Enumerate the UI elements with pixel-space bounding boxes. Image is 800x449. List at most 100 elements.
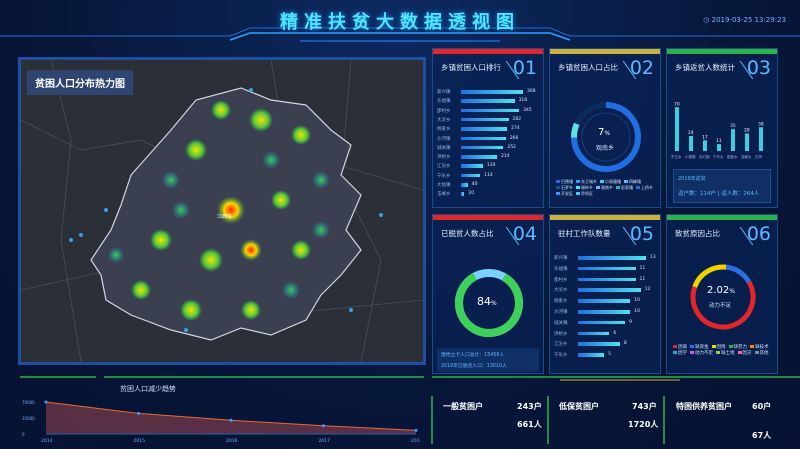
bar-label: 新兴镇 <box>554 256 568 261</box>
legend-swatch <box>624 180 628 183</box>
legend-item[interactable]: 观南乡 <box>596 185 613 191</box>
bar-label: 城关镇 <box>554 320 568 326</box>
exit-summary-box: 建档立卡人口总计：15456人 2019年已脱贫人口：13010人 <box>437 348 539 372</box>
legend-swatch <box>596 186 600 189</box>
card-header-bar <box>433 215 543 220</box>
legend-item[interactable]: 乔桥区 <box>576 191 593 197</box>
trend-chart[interactable]: 2014 2015 2016 2017 2018 70000 35000 0 <box>20 396 420 446</box>
trend-y-tick: 70000 <box>22 400 35 405</box>
bar-label: 大浒乡 <box>437 117 451 123</box>
legend-swatch <box>711 345 716 348</box>
returnee-bar[interactable] <box>759 127 763 151</box>
bar[interactable] <box>578 277 636 282</box>
trend-x-tick: 2018 <box>411 438 420 444</box>
bar[interactable] <box>578 299 631 303</box>
bar[interactable] <box>578 331 610 336</box>
bar[interactable] <box>461 183 468 187</box>
bar-label: 江汾乡 <box>554 342 568 348</box>
returnee-bar[interactable] <box>689 136 693 151</box>
bar[interactable] <box>461 145 504 150</box>
bar[interactable] <box>578 256 646 260</box>
stat-general-people: 661人 <box>517 420 542 429</box>
legend-swatch <box>576 186 580 189</box>
bar-label: 大佑镇 <box>437 183 451 188</box>
bar-label: 沙河镇 <box>554 310 568 315</box>
stat-lowincome-people: 1720人 <box>628 420 659 429</box>
bar[interactable] <box>461 192 465 196</box>
card-title: 乡镇贫困人口排行 <box>441 63 501 72</box>
heatmap-panel[interactable]: 贫困人口分布热力图 江西省 <box>18 57 426 365</box>
bar[interactable] <box>578 266 636 271</box>
heatmap-svg[interactable] <box>21 60 423 362</box>
causes-donut[interactable] <box>667 253 779 343</box>
returnee-value: 70 <box>674 101 680 107</box>
bar[interactable] <box>461 90 523 94</box>
bar[interactable] <box>578 353 605 357</box>
bar-value: 10 <box>634 298 641 304</box>
legend-label: 观南乡 <box>601 185 613 190</box>
legend-label: 彭家镇 <box>621 185 633 190</box>
returnee-bar[interactable] <box>731 129 735 151</box>
legend-label: 缺技术 <box>755 345 769 350</box>
trend-point[interactable] <box>137 411 140 415</box>
returnee-bar[interactable] <box>675 107 679 151</box>
returnee-bar[interactable] <box>717 144 721 151</box>
bar-value: 10 <box>634 309 641 314</box>
trend-point[interactable] <box>44 400 48 404</box>
returnee-summary-box: 2019年返贫 返户数：114户 | 返人数：264人 <box>673 169 771 203</box>
legend-item[interactable]: 其他 <box>754 351 769 357</box>
card-header-bar <box>667 49 777 54</box>
legend-label: 因残 <box>716 345 726 350</box>
returnee-label: 尧峰乡 <box>741 154 752 159</box>
legend-item[interactable]: 因学 <box>673 351 687 357</box>
bar[interactable] <box>578 320 626 325</box>
legend-swatch <box>556 192 560 195</box>
bar[interactable] <box>578 288 641 292</box>
legend-swatch <box>673 345 677 348</box>
bar[interactable] <box>461 155 498 159</box>
legend-item[interactable]: 上桥乡 <box>636 185 653 191</box>
legend-swatch <box>690 345 694 348</box>
bar[interactable] <box>461 108 520 113</box>
legend-swatch <box>636 186 640 189</box>
bar[interactable] <box>461 164 483 168</box>
bar[interactable] <box>461 117 509 122</box>
bar[interactable] <box>461 99 515 103</box>
legend-label: 缺劳力 <box>733 345 748 350</box>
header: 精准扶贫大数据透视图 ◷ 2019-03-25 13:29:23 <box>0 0 800 44</box>
bar[interactable] <box>461 136 506 140</box>
card-title: 乡镇返贫人数统计 <box>675 63 735 72</box>
bar[interactable] <box>578 342 620 346</box>
returnee-bar[interactable] <box>745 133 749 152</box>
bar-label: 宁乐乡 <box>437 173 451 179</box>
returnee-bar[interactable] <box>703 140 707 151</box>
trend-point[interactable] <box>322 424 325 428</box>
legend-item[interactable]: 动力不足 <box>690 351 713 357</box>
bar[interactable] <box>461 173 481 178</box>
legend-swatch <box>576 180 580 183</box>
legend-label: 因病 <box>678 345 687 350</box>
trend-point[interactable] <box>414 428 418 432</box>
legend-swatch <box>750 345 754 348</box>
trend-point[interactable] <box>229 418 233 422</box>
bar-label: 宁乐乡 <box>554 353 568 359</box>
legend-label: 东王城乡 <box>581 179 597 184</box>
card-number: 04 <box>512 223 537 245</box>
bar-value: 214 <box>501 154 510 160</box>
legend-item[interactable]: 缺土地 <box>716 351 735 357</box>
legend-label: 因学 <box>678 351 687 356</box>
legend-swatch <box>728 345 733 348</box>
trend-x-tick: 2014 <box>41 438 53 444</box>
returnee-value: 17 <box>702 134 708 140</box>
legend-swatch <box>556 186 560 189</box>
bar-value: 274 <box>511 126 520 132</box>
card-header-bar <box>433 49 543 54</box>
causes-label: 动力不足 <box>709 303 732 309</box>
card-header-bar <box>667 215 777 220</box>
legend-item[interactable]: 开发区 <box>556 191 573 197</box>
legend-item[interactable]: 因灾 <box>737 351 752 357</box>
legend-item[interactable]: 彭家镇 <box>616 185 633 191</box>
bar[interactable] <box>578 310 631 314</box>
bar[interactable] <box>461 127 508 131</box>
bar-value: 11 <box>639 265 646 271</box>
